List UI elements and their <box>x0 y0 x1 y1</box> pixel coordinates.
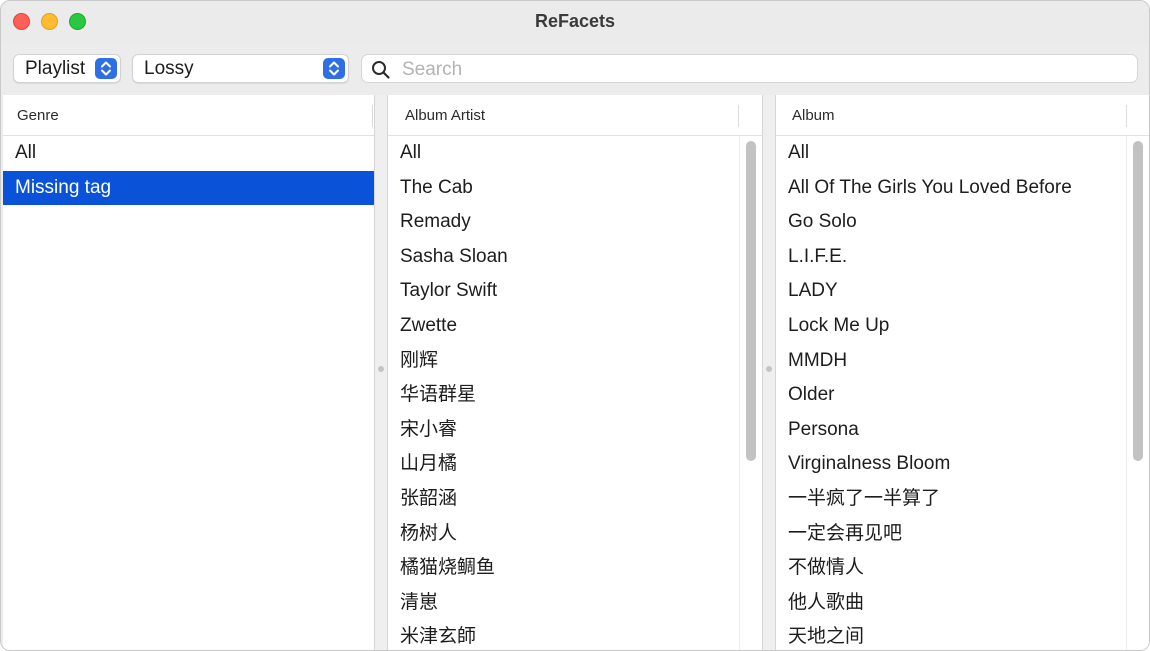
scrollbar-thumb[interactable] <box>746 141 756 461</box>
album-header-label: Album <box>792 107 835 124</box>
up-down-chevron-icon <box>95 58 117 79</box>
album-artist-row[interactable]: Taylor Swift <box>388 274 740 309</box>
album-row[interactable]: 他人歌曲 <box>776 586 1127 621</box>
search-input[interactable] <box>400 57 1124 82</box>
up-down-chevron-icon <box>323 58 345 79</box>
column-separator <box>738 105 739 127</box>
album-scrollbar[interactable] <box>1126 136 1149 650</box>
album-artist-row[interactable]: 清崽 <box>388 586 740 621</box>
album-row[interactable]: L.I.F.E. <box>776 240 1127 275</box>
genre-row[interactable]: Missing tag <box>3 170 374 206</box>
album-row[interactable]: MMDH <box>776 344 1127 379</box>
playlist-popup-button[interactable]: Lossy <box>132 54 349 83</box>
album-artist-list: All The Cab Remady Sasha Sloan Taylor Swift Z… <box>388 136 740 650</box>
genre-header-label: Genre <box>17 107 59 124</box>
source-popup-button[interactable]: Playlist <box>13 54 121 83</box>
album-artist-header-label: Album Artist <box>405 107 486 124</box>
album-row[interactable]: All <box>776 136 1127 171</box>
divider-grip-icon <box>378 366 384 372</box>
toolbar: Playlist Lossy <box>1 43 1149 95</box>
genre-row[interactable]: All <box>3 136 374 171</box>
genre-pane: Genre All Missing tag <box>3 95 374 650</box>
album-artist-row[interactable]: Sasha Sloan <box>388 240 740 275</box>
pane-divider-left[interactable] <box>374 95 388 650</box>
album-row[interactable]: 一定会再见吧 <box>776 517 1127 552</box>
album-column-header[interactable]: Album <box>776 95 1149 136</box>
album-artist-row[interactable]: Zwette <box>388 309 740 344</box>
divider-grip-icon <box>766 366 772 372</box>
album-artist-pane: Album Artist All The Cab Remady Sasha Sloan… <box>388 95 762 650</box>
column-separator <box>1126 105 1127 127</box>
album-row[interactable]: Go Solo <box>776 205 1127 240</box>
source-popup-label: Playlist <box>25 58 86 79</box>
album-artist-row[interactable]: 刚辉 <box>388 344 740 379</box>
window-title: ReFacets <box>534 11 616 31</box>
album-row[interactable]: LADY <box>776 274 1127 309</box>
album-artist-column-header[interactable]: Album Artist <box>388 95 762 136</box>
album-artist-row[interactable]: 山月橘 <box>388 447 740 482</box>
album-row[interactable]: Older <box>776 378 1127 413</box>
magnifier-icon <box>371 60 391 85</box>
album-artist-row[interactable]: All <box>388 136 740 171</box>
column-separator <box>372 105 373 127</box>
playlist-popup-label: Lossy <box>144 58 194 79</box>
album-artist-row[interactable]: 宋小睿 <box>388 413 740 448</box>
genre-list: All Missing tag <box>3 136 374 206</box>
album-artist-row[interactable]: The Cab <box>388 171 740 206</box>
search-field[interactable] <box>361 54 1138 83</box>
album-row[interactable]: 不做情人 <box>776 551 1127 586</box>
album-artist-row[interactable]: 张韶涵 <box>388 482 740 517</box>
album-artist-row[interactable]: 米津玄師 <box>388 620 740 650</box>
album-artist-scrollbar[interactable] <box>739 136 762 650</box>
album-row[interactable]: 天地之间 <box>776 620 1127 650</box>
album-pane: Album All All Of The Girls You Loved Befo… <box>776 95 1149 650</box>
album-row[interactable]: Lock Me Up <box>776 309 1127 344</box>
pane-divider-right[interactable] <box>762 95 776 650</box>
title-bar: ReFacets <box>1 1 1149 44</box>
album-row[interactable]: 一半疯了一半算了 <box>776 482 1127 517</box>
app-window: ReFacets Playlist Lossy Search Genre All… <box>0 0 1150 651</box>
album-row[interactable]: Persona <box>776 413 1127 448</box>
album-artist-row[interactable]: Remady <box>388 205 740 240</box>
album-artist-row[interactable]: 杨树人 <box>388 517 740 552</box>
album-row[interactable]: All Of The Girls You Loved Before <box>776 171 1127 206</box>
album-artist-row[interactable]: 橘猫烧鲷鱼 <box>388 551 740 586</box>
genre-column-header[interactable]: Genre <box>3 95 374 136</box>
scrollbar-thumb[interactable] <box>1133 141 1143 461</box>
album-artist-row[interactable]: 华语群星 <box>388 378 740 413</box>
album-list: All All Of The Girls You Loved Before Go S… <box>776 136 1127 650</box>
album-row[interactable]: Virginalness Bloom <box>776 447 1127 482</box>
